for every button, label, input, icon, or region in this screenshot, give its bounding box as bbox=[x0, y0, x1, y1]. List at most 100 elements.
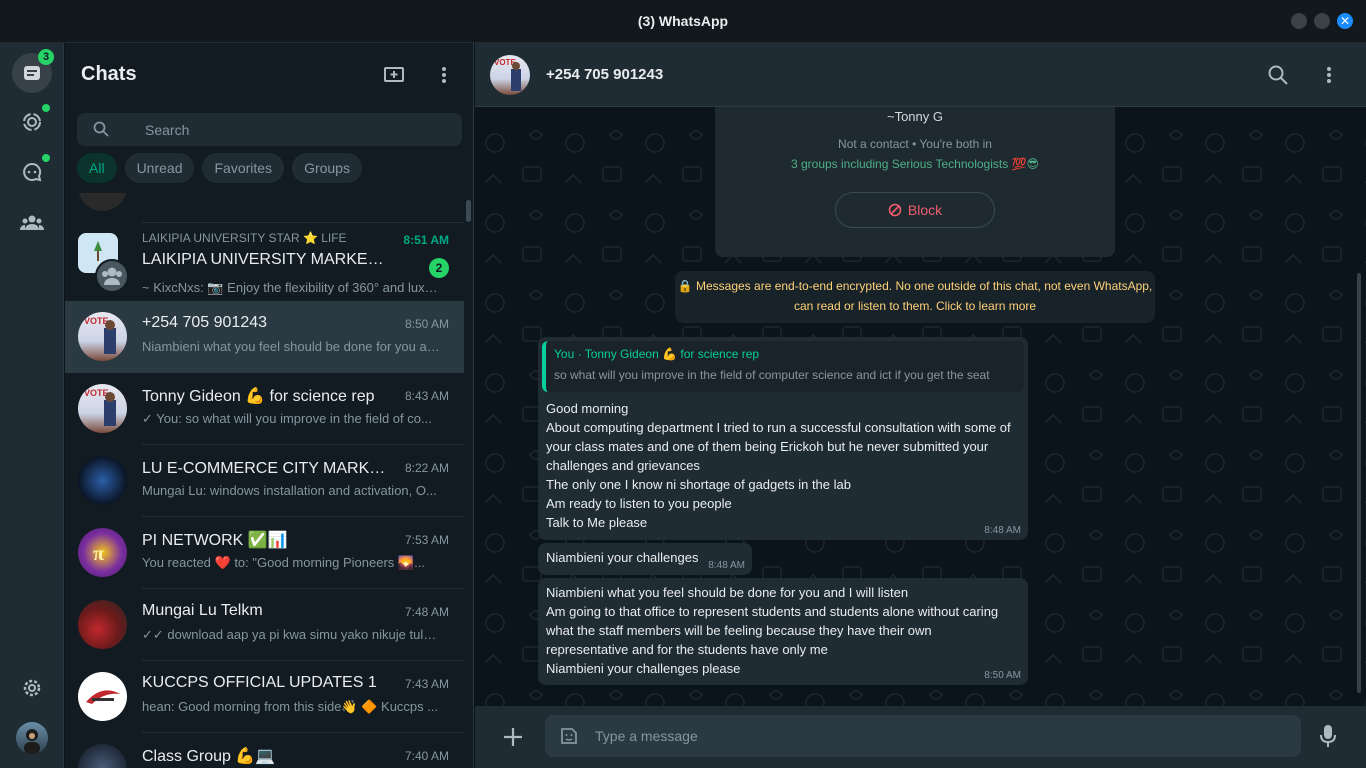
message-time: 8:48 AM bbox=[708, 560, 745, 571]
message-line: Good morning bbox=[546, 401, 629, 416]
gear-icon bbox=[23, 679, 41, 697]
composer-bar: Type a message bbox=[475, 706, 1366, 768]
chat-name: +254 705 901243 bbox=[142, 314, 268, 331]
attach-button[interactable] bbox=[502, 726, 524, 753]
message-line: challenges and grievances bbox=[546, 458, 700, 473]
message-placeholder: Type a message bbox=[595, 728, 698, 744]
chats-icon bbox=[24, 66, 40, 80]
channels-icon bbox=[23, 162, 42, 182]
title-bar: (3) WhatsApp ✕ bbox=[0, 0, 1366, 43]
message-line: your class mates and one of them being E… bbox=[546, 439, 989, 454]
conversation-header[interactable]: VOTE +254 705 901243 bbox=[475, 43, 1366, 107]
chat-avatar bbox=[78, 672, 127, 721]
chat-name: LAIKIPIA UNIVERSITY MARKETPLACE bbox=[142, 251, 392, 268]
chat-list-panel: Chats Search All Unread Favorites Groups bbox=[65, 43, 474, 768]
chat-row[interactable]: VOTE Tonny Gideon 💪 for science rep 8:43… bbox=[65, 373, 464, 445]
chat-time: 8:43 AM bbox=[404, 389, 449, 403]
chat-row-partial[interactable] bbox=[65, 193, 464, 223]
message-line: Am ready to listen to you people bbox=[546, 496, 732, 511]
search-input[interactable]: Search bbox=[77, 113, 462, 146]
message-bubble[interactable]: You · Tonny Gideon 💪 for science rep so … bbox=[538, 337, 1028, 540]
message-time: 8:48 AM bbox=[984, 525, 1021, 536]
common-groups-link[interactable]: 3 groups including Serious Technologists… bbox=[715, 157, 1115, 171]
chat-preview: ~ KixcNxs: 📷 Enjoy the flexibility of 36… bbox=[142, 280, 442, 295]
filter-all[interactable]: All bbox=[77, 153, 117, 183]
chat-row[interactable]: LU E-COMMERCE CITY MARKET 📌... 8:22 AM M… bbox=[65, 445, 464, 517]
chat-row[interactable]: π PI NETWORK ✅📊 7:53 AM You reacted ❤️ t… bbox=[65, 517, 464, 589]
voice-message-button[interactable] bbox=[1320, 724, 1336, 753]
chat-avatar bbox=[78, 193, 127, 211]
profile-avatar[interactable] bbox=[16, 722, 48, 754]
chat-name: KUCCPS OFFICIAL UPDATES 1 bbox=[142, 674, 377, 691]
group-avatar bbox=[95, 259, 129, 293]
chat-preview: ✓ You: so what will you improve in the f… bbox=[142, 411, 432, 426]
message-line: Am going to that office to represent stu… bbox=[546, 604, 999, 619]
chat-avatar bbox=[78, 456, 127, 505]
settings-nav-button[interactable] bbox=[12, 668, 52, 708]
unread-badge: 2 bbox=[429, 258, 449, 278]
plus-icon bbox=[504, 728, 522, 746]
new-chat-button[interactable] bbox=[382, 63, 406, 87]
minimize-button[interactable] bbox=[1291, 13, 1307, 29]
search-messages-button[interactable] bbox=[1266, 63, 1290, 87]
message-line: Niambieni your challenges bbox=[546, 550, 699, 565]
message-line: The only one I know ni shortage of gadge… bbox=[546, 477, 851, 492]
conversation-scrollbar[interactable] bbox=[1357, 273, 1361, 693]
message-line: Niambieni what you feel should be done f… bbox=[546, 585, 909, 600]
chat-row[interactable]: Mungai Lu Telkm 7:48 AM ✓✓ download aap … bbox=[65, 589, 464, 661]
chat-list-header: Chats bbox=[65, 43, 473, 107]
quoted-message[interactable]: You · Tonny Gideon 💪 for science rep so … bbox=[542, 341, 1024, 392]
contact-avatar[interactable]: VOTE bbox=[490, 55, 530, 95]
message-bubble[interactable]: Niambieni your challenges 8:48 AM bbox=[538, 543, 752, 575]
chat-name: Class Group 💪💻 bbox=[142, 748, 276, 765]
encryption-notice[interactable]: 🔒 Messages are end-to-end encrypted. No … bbox=[675, 271, 1155, 323]
chat-list-menu-button[interactable] bbox=[432, 63, 456, 87]
chat-time: 7:48 AM bbox=[404, 605, 449, 619]
filter-favorites[interactable]: Favorites bbox=[202, 153, 285, 183]
filter-unread[interactable]: Unread bbox=[124, 153, 195, 183]
contact-info-card: ~Tonny G Not a contact • You're both in … bbox=[715, 107, 1115, 257]
chat-preview: hean: Good morning from this side👋 🔶 Kuc… bbox=[142, 699, 439, 714]
channels-nav-button[interactable] bbox=[12, 152, 52, 192]
chat-name: PI NETWORK ✅📊 bbox=[142, 532, 288, 549]
chat-list-scrollbar[interactable] bbox=[466, 200, 471, 222]
chats-nav-button[interactable]: 3 bbox=[12, 49, 54, 93]
chat-preview: You reacted ❤️ to: "Good morning Pioneer… bbox=[142, 555, 425, 570]
microphone-icon bbox=[1320, 725, 1336, 747]
search-icon bbox=[93, 121, 109, 137]
chat-row-selected[interactable]: VOTE +254 705 901243 8:50 AM Niambieni w… bbox=[65, 301, 464, 373]
chat-avatar bbox=[78, 600, 127, 649]
chat-time: 7:40 AM bbox=[404, 749, 449, 763]
block-icon bbox=[888, 203, 902, 217]
chat-row[interactable]: KUCCPS OFFICIAL UPDATES 1 7:43 AM hean: … bbox=[65, 661, 464, 733]
chat-avatar: VOTE bbox=[78, 384, 127, 433]
conversation-menu-button[interactable] bbox=[1317, 63, 1341, 87]
message-line: representative and for the students have… bbox=[546, 642, 828, 657]
contact-name: +254 705 901243 bbox=[546, 66, 664, 83]
kebab-menu-icon bbox=[1327, 67, 1331, 83]
chat-name: LU E-COMMERCE CITY MARKET 📌... bbox=[142, 460, 392, 477]
sticker-icon[interactable] bbox=[559, 726, 579, 746]
block-label: Block bbox=[907, 202, 943, 218]
close-window-button[interactable]: ✕ bbox=[1337, 13, 1353, 29]
chat-time: 8:22 AM bbox=[404, 461, 449, 475]
chat-time: 8:50 AM bbox=[404, 317, 449, 331]
status-dot bbox=[42, 104, 50, 112]
chat-avatar bbox=[78, 744, 127, 768]
message-input[interactable]: Type a message bbox=[545, 715, 1301, 757]
communities-nav-button[interactable] bbox=[12, 203, 52, 243]
chat-row[interactable]: Class Group 💪💻 7:40 AM bbox=[65, 733, 464, 768]
svg-text:VOTE: VOTE bbox=[84, 316, 109, 326]
new-chat-icon bbox=[384, 67, 404, 82]
chat-avatar: VOTE bbox=[78, 312, 127, 361]
maximize-button[interactable] bbox=[1314, 13, 1330, 29]
block-button[interactable]: Block bbox=[835, 192, 995, 228]
chat-preview: Niambieni what you feel should be done f… bbox=[142, 339, 442, 354]
chat-filters: All Unread Favorites Groups bbox=[77, 153, 362, 183]
message-bubble[interactable]: Niambieni what you feel should be done f… bbox=[538, 578, 1028, 685]
kebab-menu-icon bbox=[442, 67, 446, 83]
filter-groups[interactable]: Groups bbox=[292, 153, 362, 183]
status-nav-button[interactable] bbox=[12, 102, 52, 142]
message-line: what the staff members will be feeling b… bbox=[546, 623, 932, 638]
contact-signature: ~Tonny G bbox=[886, 109, 943, 124]
